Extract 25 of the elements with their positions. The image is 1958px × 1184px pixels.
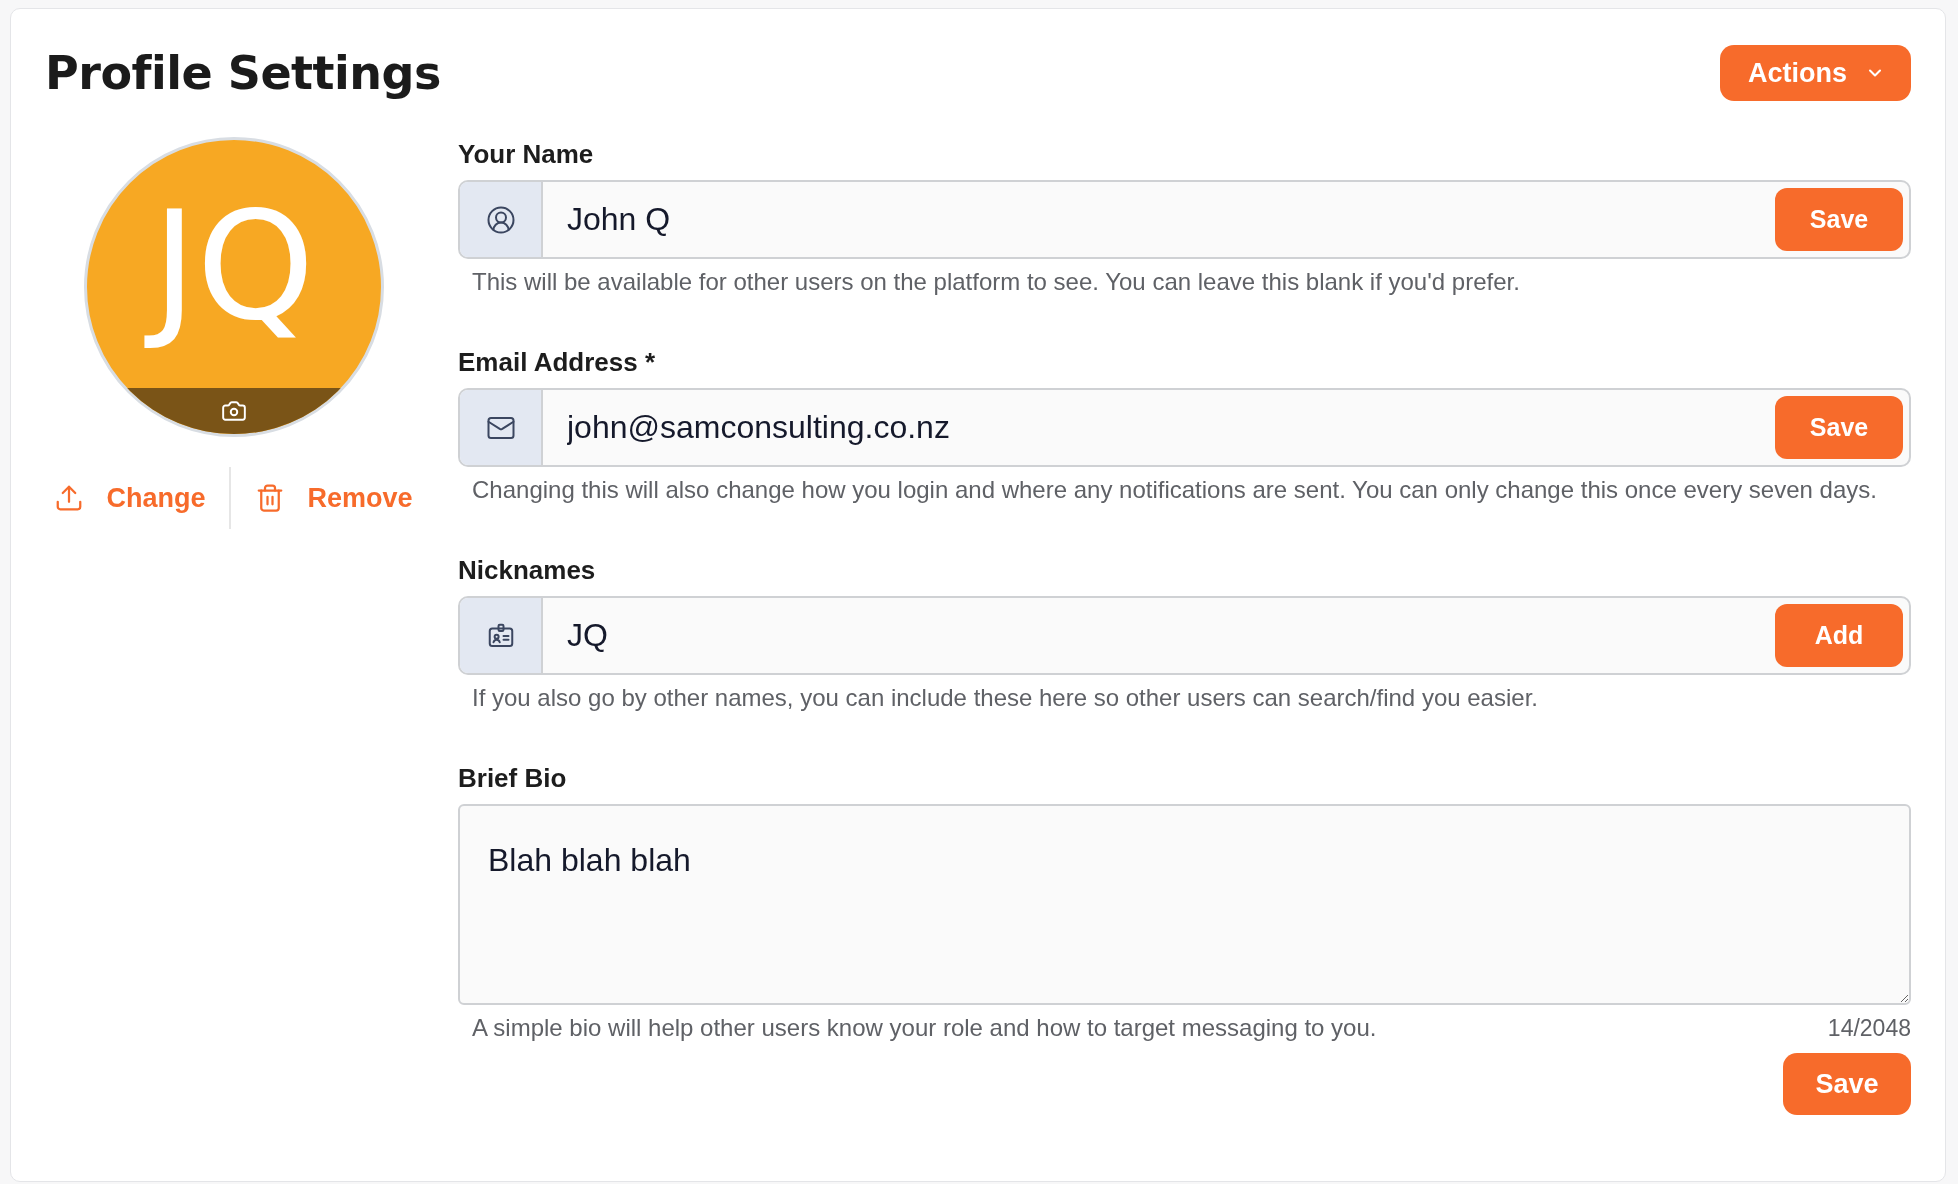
bio-textarea[interactable]: Blah blah blah [458, 804, 1911, 1005]
avatar[interactable]: JQ [83, 137, 384, 437]
field-label: Email Address * [458, 347, 656, 378]
help-text: Changing this will also change how you login and where any notifications are sent. You can only change this once every seven days. [472, 475, 1877, 505]
change-button[interactable]: Change [30, 474, 230, 522]
field-label: Nicknames [458, 555, 597, 586]
field-save-button[interactable]: Save [1775, 188, 1903, 251]
help-text: A simple bio will help other users know your role and how to target messaging to you. [472, 1013, 1377, 1043]
field-add-button[interactable]: Add [1775, 604, 1903, 667]
user-icon [485, 204, 516, 235]
help-text: This will be available for other users on the platform to see. You can leave this blank if you'd prefer. [472, 267, 1520, 297]
avatar-initials: JQ [146, 173, 321, 361]
field-label: Brief Bio [458, 763, 568, 794]
remove-button[interactable]: Remove [231, 474, 437, 522]
camera-icon [220, 398, 247, 424]
actions-button[interactable]: Actions [1720, 45, 1911, 101]
field-save-button[interactable]: Save [1775, 396, 1903, 459]
help-text: If you also go by other names, you can include these here so other users can search/find you easier. [472, 683, 1538, 713]
character-counter: 14/2048 [1827, 1014, 1911, 1043]
input-field[interactable]: John Q Save [458, 180, 1911, 259]
input-field[interactable]: john@samconsulting.co.nz Save [458, 388, 1911, 467]
save-button[interactable]: Save [1783, 1053, 1911, 1115]
field-label: Your Name [458, 139, 595, 170]
page-title: Profile Settings [45, 46, 441, 100]
input-field[interactable]: JQ Add [458, 596, 1911, 675]
